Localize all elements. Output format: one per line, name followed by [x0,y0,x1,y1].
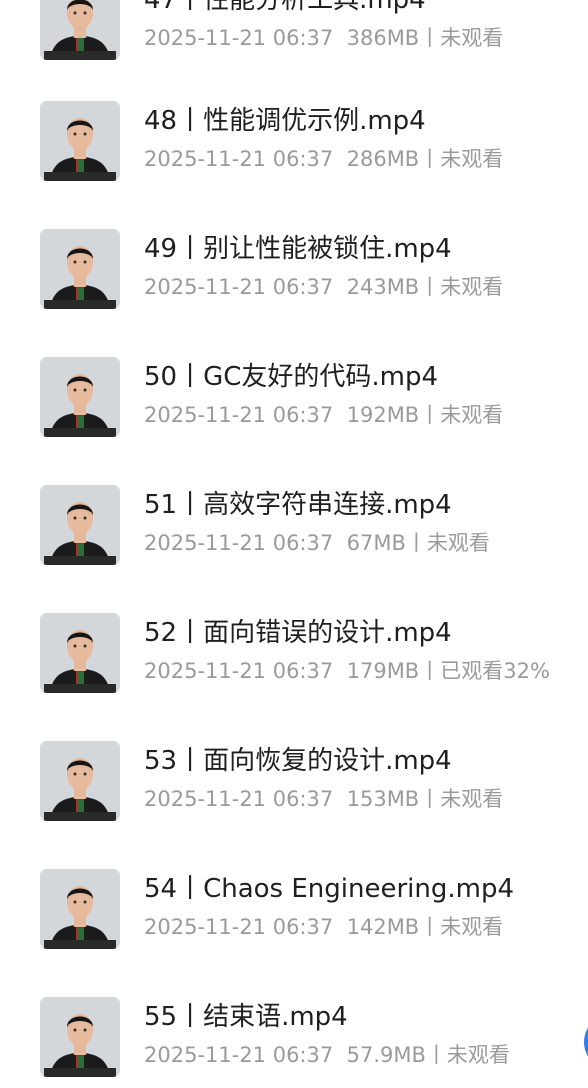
video-thumbnail[interactable] [40,101,120,181]
video-title: 54丨Chaos Engineering.mp4 [144,874,515,904]
video-list: 47丨性能分析工具.mp4 2025-11-21 06:37 386MB丨未观看… [0,0,588,1088]
meta-separator: 丨 [419,403,441,427]
presenter-icon [40,101,120,181]
video-date: 2025-11-21 06:37 [144,659,334,683]
meta-separator: 丨 [419,275,441,299]
video-date: 2025-11-21 06:37 [144,787,334,811]
video-meta: 2025-11-21 06:37 57.9MB丨未观看 [144,1041,510,1069]
video-item[interactable]: 48丨性能调优示例.mp4 2025-11-21 06:37 286MB丨未观看 [0,101,588,229]
video-size: 57.9MB [346,1043,426,1067]
video-thumbnail[interactable] [40,357,120,437]
watch-status: 未观看 [440,275,504,299]
video-item[interactable]: 55丨结束语.mp4 2025-11-21 06:37 57.9MB丨未观看 [0,997,588,1088]
video-meta: 2025-11-21 06:37 67MB丨未观看 [144,529,490,557]
presenter-icon [40,229,120,309]
video-thumbnail[interactable] [40,997,120,1077]
video-size: 179MB [346,659,420,683]
video-thumbnail[interactable] [40,229,120,309]
video-item[interactable]: 54丨Chaos Engineering.mp4 2025-11-21 06:3… [0,869,588,997]
video-title: 50丨GC友好的代码.mp4 [144,362,439,392]
video-item[interactable]: 49丨别让性能被锁住.mp4 2025-11-21 06:37 243MB丨未观… [0,229,588,357]
video-date: 2025-11-21 06:37 [144,915,334,939]
video-title: 51丨高效字符串连接.mp4 [144,490,452,520]
video-meta: 2025-11-21 06:37 386MB丨未观看 [144,24,503,52]
watch-status: 未观看 [440,26,504,50]
video-size: 386MB [346,26,420,50]
meta-separator: 丨 [419,147,441,171]
video-meta: 2025-11-21 06:37 153MB丨未观看 [144,785,503,813]
video-meta: 2025-11-21 06:37 243MB丨未观看 [144,273,503,301]
presenter-icon [40,997,120,1077]
video-thumbnail[interactable] [40,741,120,821]
watch-status: 未观看 [426,531,490,555]
video-item[interactable]: 53丨面向恢复的设计.mp4 2025-11-21 06:37 153MB丨未观… [0,741,588,869]
video-title: 47丨性能分析工具.mp4 [144,0,426,15]
video-title: 52丨面向错误的设计.mp4 [144,618,452,648]
presenter-icon [40,741,120,821]
meta-separator: 丨 [419,26,441,50]
video-title: 53丨面向恢复的设计.mp4 [144,746,452,776]
video-meta: 2025-11-21 06:37 179MB丨已观看32% [144,657,550,685]
presenter-icon [40,613,120,693]
video-title: 48丨性能调优示例.mp4 [144,106,426,136]
video-item[interactable]: 47丨性能分析工具.mp4 2025-11-21 06:37 386MB丨未观看 [0,0,588,108]
video-item[interactable]: 52丨面向错误的设计.mp4 2025-11-21 06:37 179MB丨已观… [0,613,588,741]
watch-status: 未观看 [440,147,504,171]
video-title: 55丨结束语.mp4 [144,1002,348,1032]
video-meta: 2025-11-21 06:37 142MB丨未观看 [144,913,503,941]
video-size: 192MB [346,403,420,427]
video-date: 2025-11-21 06:37 [144,531,334,555]
video-date: 2025-11-21 06:37 [144,403,334,427]
watch-status: 未观看 [440,403,504,427]
video-thumbnail[interactable] [40,869,120,949]
meta-separator: 丨 [405,531,427,555]
video-item[interactable]: 50丨GC友好的代码.mp4 2025-11-21 06:37 192MB丨未观… [0,357,588,485]
watch-status: 未观看 [440,915,504,939]
video-date: 2025-11-21 06:37 [144,275,334,299]
watch-status: 未观看 [440,787,504,811]
presenter-icon [40,869,120,949]
presenter-icon [40,0,120,60]
video-item[interactable]: 51丨高效字符串连接.mp4 2025-11-21 06:37 67MB丨未观看 [0,485,588,613]
presenter-icon [40,485,120,565]
video-size: 67MB [346,531,406,555]
video-size: 243MB [346,275,420,299]
meta-separator: 丨 [419,787,441,811]
video-meta: 2025-11-21 06:37 286MB丨未观看 [144,145,503,173]
video-size: 286MB [346,147,420,171]
video-date: 2025-11-21 06:37 [144,1043,334,1067]
watch-status: 已观看32% [440,659,550,683]
watch-status: 未观看 [446,1043,510,1067]
video-meta: 2025-11-21 06:37 192MB丨未观看 [144,401,503,429]
video-date: 2025-11-21 06:37 [144,147,334,171]
video-thumbnail[interactable] [40,485,120,565]
video-thumbnail[interactable] [40,613,120,693]
meta-separator: 丨 [419,915,441,939]
presenter-icon [40,357,120,437]
meta-separator: 丨 [419,659,441,683]
meta-separator: 丨 [425,1043,447,1067]
video-size: 153MB [346,787,420,811]
video-title: 49丨别让性能被锁住.mp4 [144,234,452,264]
video-date: 2025-11-21 06:37 [144,26,334,50]
video-size: 142MB [346,915,420,939]
video-thumbnail[interactable] [40,0,120,60]
